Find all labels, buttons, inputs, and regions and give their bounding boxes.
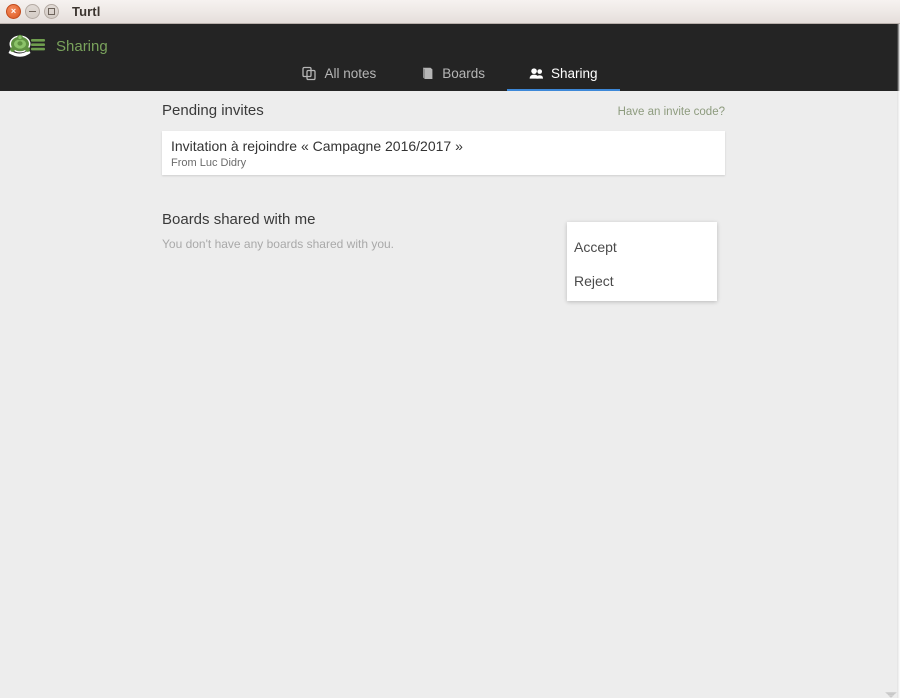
- notes-copy-icon: [302, 66, 317, 81]
- dropdown-item-accept[interactable]: Accept: [567, 233, 717, 261]
- people-icon: [529, 66, 544, 81]
- window-titlebar: × Turtl: [0, 0, 900, 24]
- book-icon: [420, 66, 435, 81]
- window-close-button[interactable]: ×: [6, 4, 21, 19]
- pending-invite-title: Invitation à rejoindre « Campagne 2016/2…: [171, 138, 463, 154]
- tab-boards-label: Boards: [442, 65, 485, 81]
- window-minimize-button[interactable]: [25, 4, 40, 19]
- tab-boards[interactable]: Boards: [398, 56, 507, 90]
- pending-invites-header: Pending invites Have an invite code?: [162, 102, 725, 124]
- pending-invite-from: From Luc Didry: [171, 157, 247, 169]
- dropdown-item-reject[interactable]: Reject: [567, 267, 717, 295]
- tab-all-notes-label: All notes: [324, 65, 377, 81]
- close-icon: ×: [10, 6, 17, 16]
- brand-label: Sharing: [56, 37, 108, 55]
- window-controls: ×: [6, 4, 59, 19]
- maximize-icon: [48, 8, 55, 15]
- have-invite-code-link[interactable]: Have an invite code?: [618, 106, 725, 118]
- tab-sharing-label: Sharing: [551, 65, 598, 81]
- invite-actions-dropdown: Accept Reject: [567, 222, 717, 301]
- tab-sharing[interactable]: Sharing: [507, 56, 620, 93]
- main-nav-tabs: All notes Boards Sharing: [0, 56, 900, 93]
- pending-invites-title: Pending invites: [162, 102, 264, 119]
- pending-invite-row[interactable]: Invitation à rejoindre « Campagne 2016/2…: [162, 131, 725, 175]
- window-maximize-button[interactable]: [44, 4, 59, 19]
- window-title: Turtl: [72, 4, 101, 19]
- app-window: × Turtl Sharing All notes Boards Sharing…: [0, 0, 900, 700]
- app-header: Sharing All notes Boards Sharing: [0, 24, 900, 93]
- window-resize-grip[interactable]: [884, 685, 898, 699]
- minimize-icon: [29, 11, 36, 12]
- tab-all-notes[interactable]: All notes: [280, 56, 398, 90]
- main-content: Pending invites Have an invite code? Inv…: [0, 91, 900, 700]
